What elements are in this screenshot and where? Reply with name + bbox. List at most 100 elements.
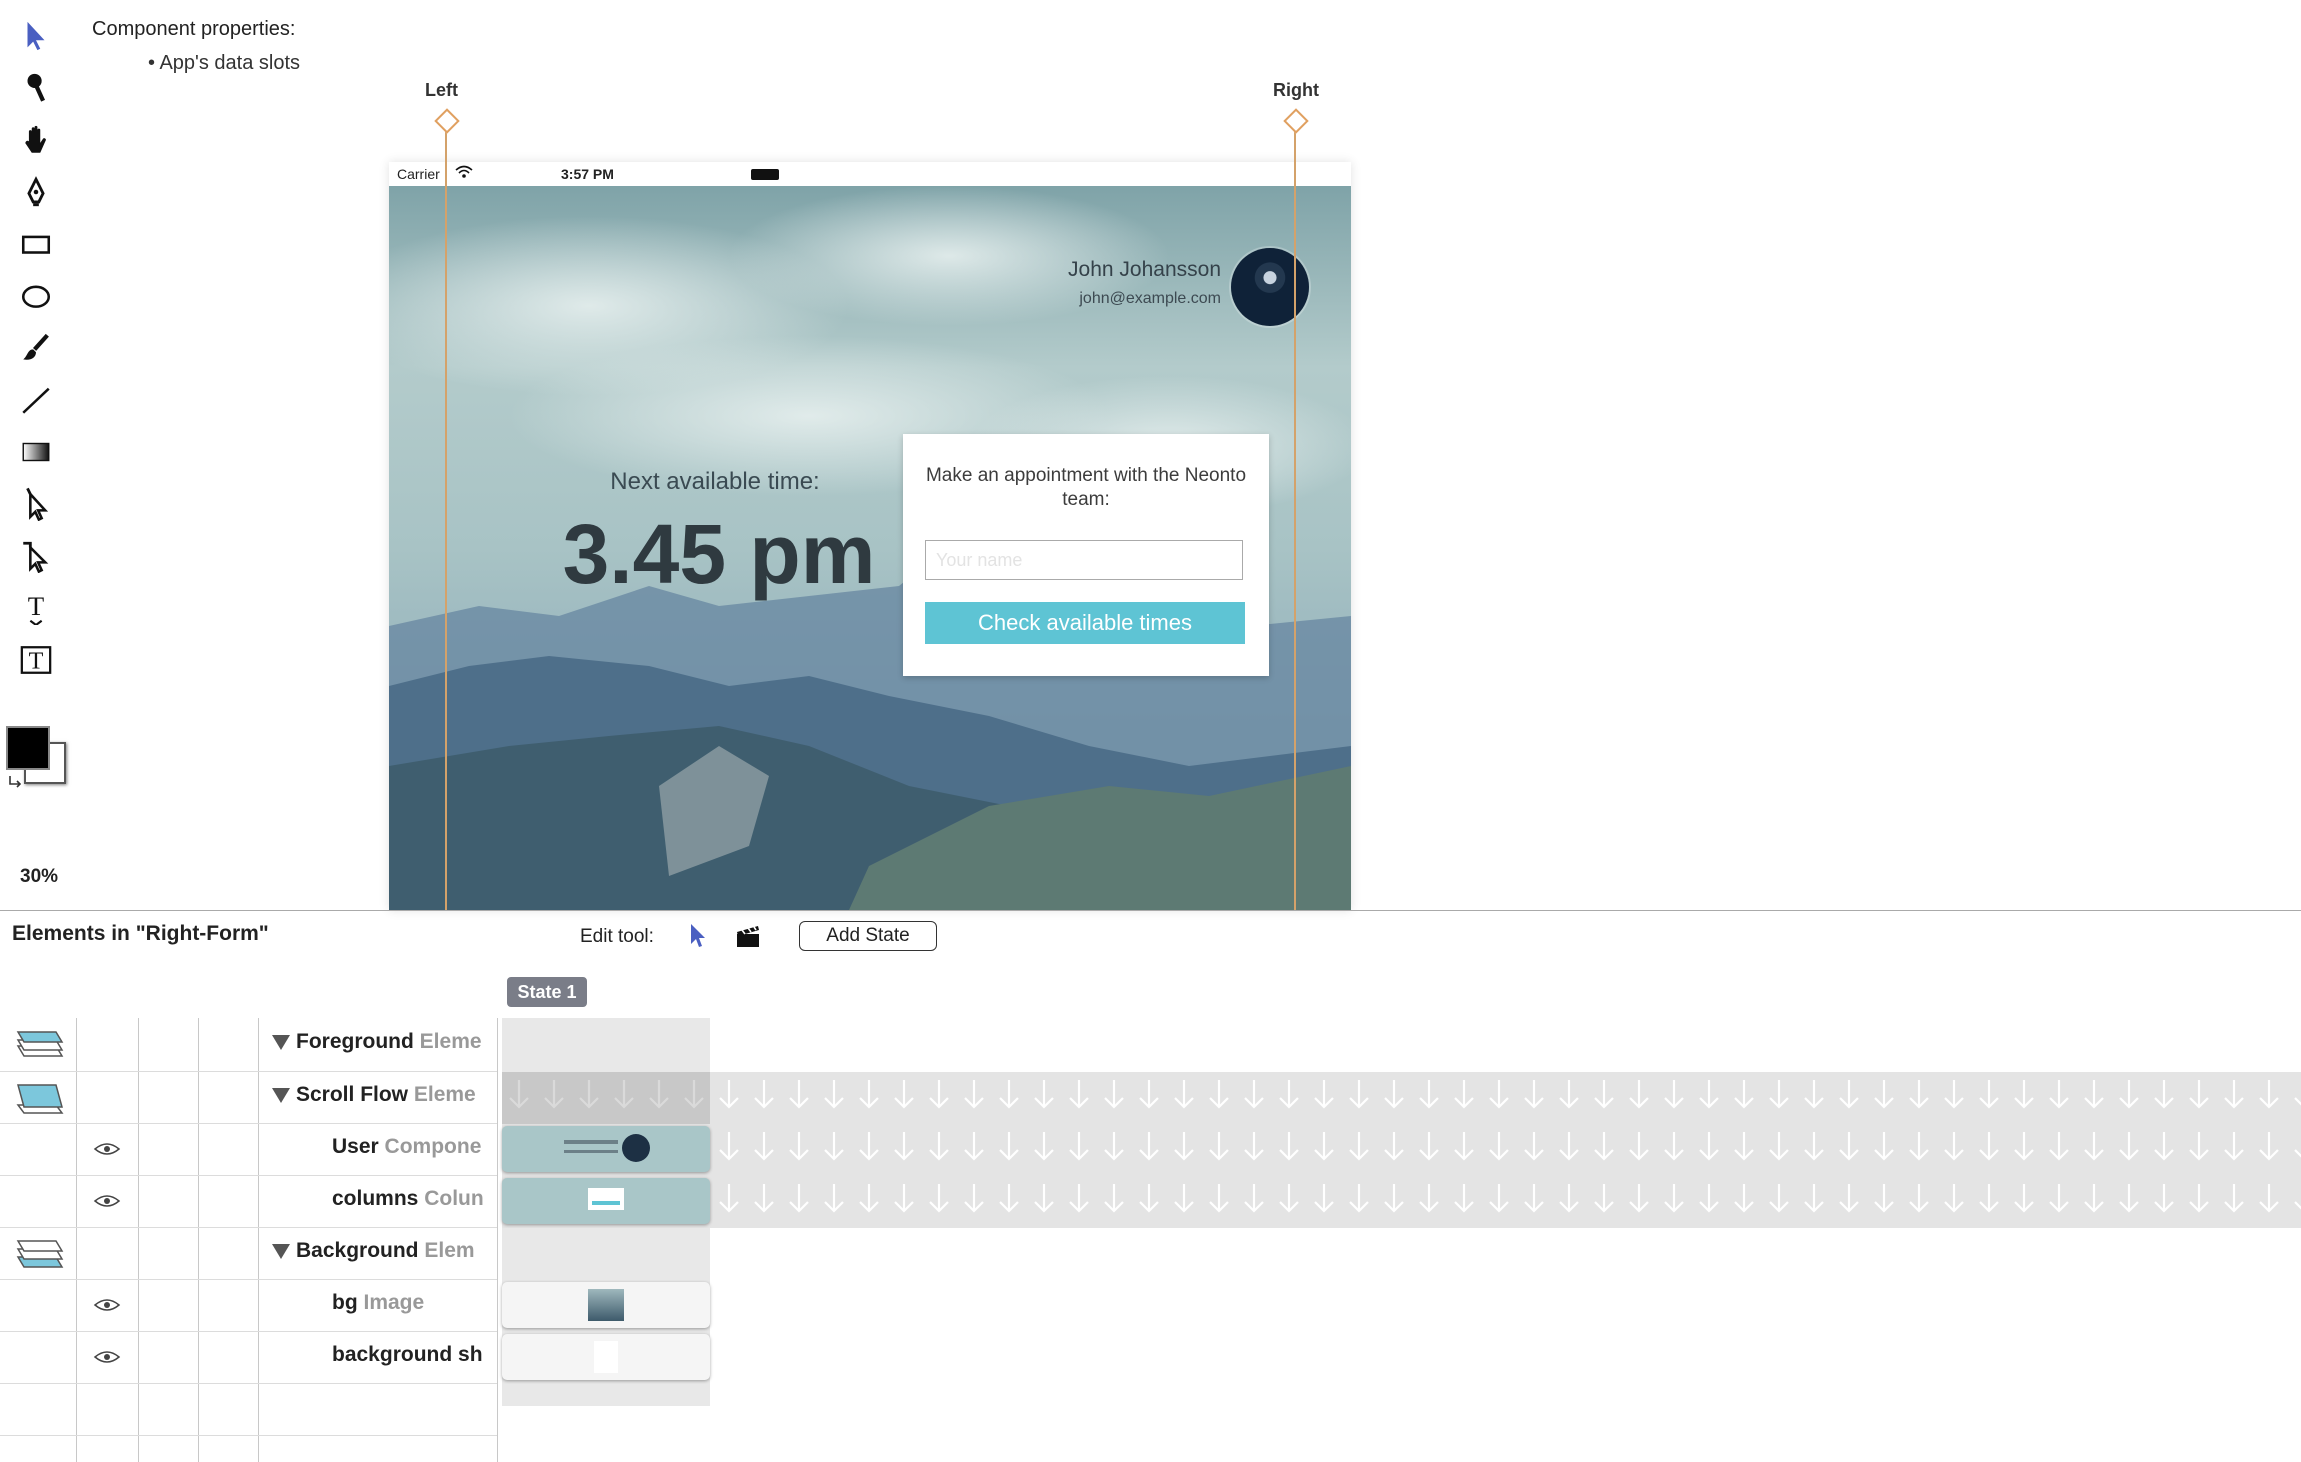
hand-icon[interactable] xyxy=(14,118,58,162)
device-canvas[interactable]: Carrier 3:57 PM John Johansson john@exam… xyxy=(389,162,1351,910)
bg-state-thumbnail[interactable] xyxy=(502,1282,710,1328)
text-box-icon[interactable]: T xyxy=(14,638,58,682)
left-guide-handle[interactable] xyxy=(434,108,460,134)
element-type: Colun xyxy=(424,1187,484,1210)
columns-state-thumbnail[interactable] xyxy=(502,1178,710,1224)
layer-stack-icon xyxy=(10,1024,64,1064)
row-divider xyxy=(0,1383,497,1384)
table-row[interactable]: background sh xyxy=(0,1331,497,1383)
right-guide-handle[interactable] xyxy=(1283,108,1309,134)
component-property-item: • App's data slots xyxy=(148,52,301,74)
user-name: John Johansson xyxy=(1068,258,1221,281)
row-label: Scroll Flow Eleme xyxy=(272,1083,494,1107)
avatar[interactable] xyxy=(1231,248,1309,326)
form-title: Make an appointment with the Neonto team… xyxy=(925,465,1247,510)
background-image: John Johansson john@example.com Next ava… xyxy=(389,186,1351,910)
element-name: background sh xyxy=(332,1343,483,1366)
right-guide-line[interactable] xyxy=(1294,122,1296,910)
edit-select-icon[interactable] xyxy=(686,922,710,950)
table-row[interactable]: bg Image xyxy=(0,1279,497,1331)
gradient-icon[interactable] xyxy=(14,430,58,474)
svg-text:T: T xyxy=(29,649,44,675)
elements-panel-title: Elements in "Right-Form" xyxy=(12,922,269,945)
element-name: Foreground xyxy=(296,1030,414,1053)
add-state-button[interactable]: Add State xyxy=(799,921,937,951)
brush-icon[interactable] xyxy=(14,326,58,370)
status-bar: Carrier 3:57 PM xyxy=(389,162,1351,186)
edit-tool-label: Edit tool: xyxy=(580,926,654,947)
disclosure-triangle-icon[interactable] xyxy=(272,1034,290,1050)
disclosure-triangle-icon[interactable] xyxy=(272,1243,290,1259)
thumbnail-text-line xyxy=(564,1150,618,1153)
eye-icon[interactable] xyxy=(92,1347,122,1367)
right-guide-label: Right xyxy=(1273,80,1319,100)
svg-text:T: T xyxy=(28,591,44,621)
eye-icon[interactable] xyxy=(92,1191,122,1211)
eyedropper-icon[interactable] xyxy=(14,66,58,110)
element-name: User xyxy=(332,1135,379,1158)
table-row[interactable]: Scroll Flow Eleme xyxy=(0,1071,497,1123)
eye-icon[interactable] xyxy=(92,1139,122,1159)
pen-icon[interactable] xyxy=(14,170,58,214)
eye-icon[interactable] xyxy=(92,1295,122,1315)
element-name: Scroll Flow xyxy=(296,1083,409,1106)
table-row[interactable]: User Compone xyxy=(0,1123,497,1175)
thumbnail-text-line xyxy=(564,1140,618,1144)
battery-icon xyxy=(751,169,779,180)
text-on-path-icon[interactable]: T xyxy=(14,586,58,630)
thumbnail-form xyxy=(588,1188,624,1210)
element-type: Eleme xyxy=(413,1083,476,1106)
appointment-form: Make an appointment with the Neonto team… xyxy=(903,434,1269,676)
element-name: columns xyxy=(332,1187,419,1210)
user-state-thumbnail[interactable] xyxy=(502,1126,710,1172)
foreground-color-swatch[interactable] xyxy=(6,726,50,770)
path-select-icon[interactable] xyxy=(14,534,58,578)
scroll-flow-state-cell[interactable] xyxy=(502,1072,710,1124)
background-shape-state-thumbnail[interactable] xyxy=(502,1334,710,1380)
wifi-icon xyxy=(455,165,473,182)
row-label: background sh xyxy=(332,1343,494,1367)
element-type: Eleme xyxy=(419,1030,482,1053)
swap-colors-icon[interactable] xyxy=(6,772,26,792)
thumbnail-avatar xyxy=(622,1134,650,1162)
left-guide-line[interactable] xyxy=(445,122,447,910)
scroll-flow-band xyxy=(502,1072,2301,1228)
check-times-button[interactable]: Check available times xyxy=(925,602,1245,644)
state-tab[interactable]: State 1 xyxy=(507,977,587,1007)
thumbnail-button xyxy=(592,1201,620,1205)
element-type: Compone xyxy=(384,1135,482,1158)
rectangle-icon[interactable] xyxy=(14,222,58,266)
layer-stack-icon xyxy=(10,1233,64,1273)
scroll-flow-arrows xyxy=(502,1072,2301,1228)
carrier-label: Carrier xyxy=(397,166,440,182)
table-row[interactable]: columns Colun xyxy=(0,1175,497,1227)
user-email: john@example.com xyxy=(1079,290,1221,307)
layer-flow-icon xyxy=(10,1077,64,1117)
ellipse-icon[interactable] xyxy=(14,274,58,318)
row-label: Background Elem xyxy=(272,1239,494,1263)
panel-divider[interactable] xyxy=(0,910,2301,911)
element-type: Elem xyxy=(424,1239,475,1262)
row-divider xyxy=(0,1435,497,1436)
name-input[interactable] xyxy=(925,540,1243,580)
element-name: Background xyxy=(296,1239,419,1262)
row-label: bg Image xyxy=(332,1291,494,1315)
line-icon[interactable] xyxy=(14,378,58,422)
row-label: Foreground Eleme xyxy=(272,1030,494,1054)
status-time: 3:57 PM xyxy=(561,166,614,182)
element-name: bg xyxy=(332,1291,358,1314)
column-divider xyxy=(497,1018,498,1462)
next-available-label: Next available time: xyxy=(610,468,820,495)
clapperboard-icon[interactable] xyxy=(734,924,762,950)
select-arrow-icon[interactable] xyxy=(14,14,58,58)
component-properties-title: Component properties: xyxy=(92,18,296,40)
disclosure-triangle-icon[interactable] xyxy=(272,1087,290,1103)
zoom-level[interactable]: 30% xyxy=(20,866,58,888)
table-row[interactable]: Background Elem xyxy=(0,1227,497,1279)
property-label: App's data slots xyxy=(159,52,301,74)
direct-select-icon[interactable] xyxy=(14,482,58,526)
next-available-time: 3.45 pm xyxy=(562,507,876,601)
thumbnail-shape xyxy=(594,1341,618,1373)
element-type: Image xyxy=(363,1291,425,1314)
table-row[interactable]: Foreground Eleme xyxy=(0,1018,497,1070)
